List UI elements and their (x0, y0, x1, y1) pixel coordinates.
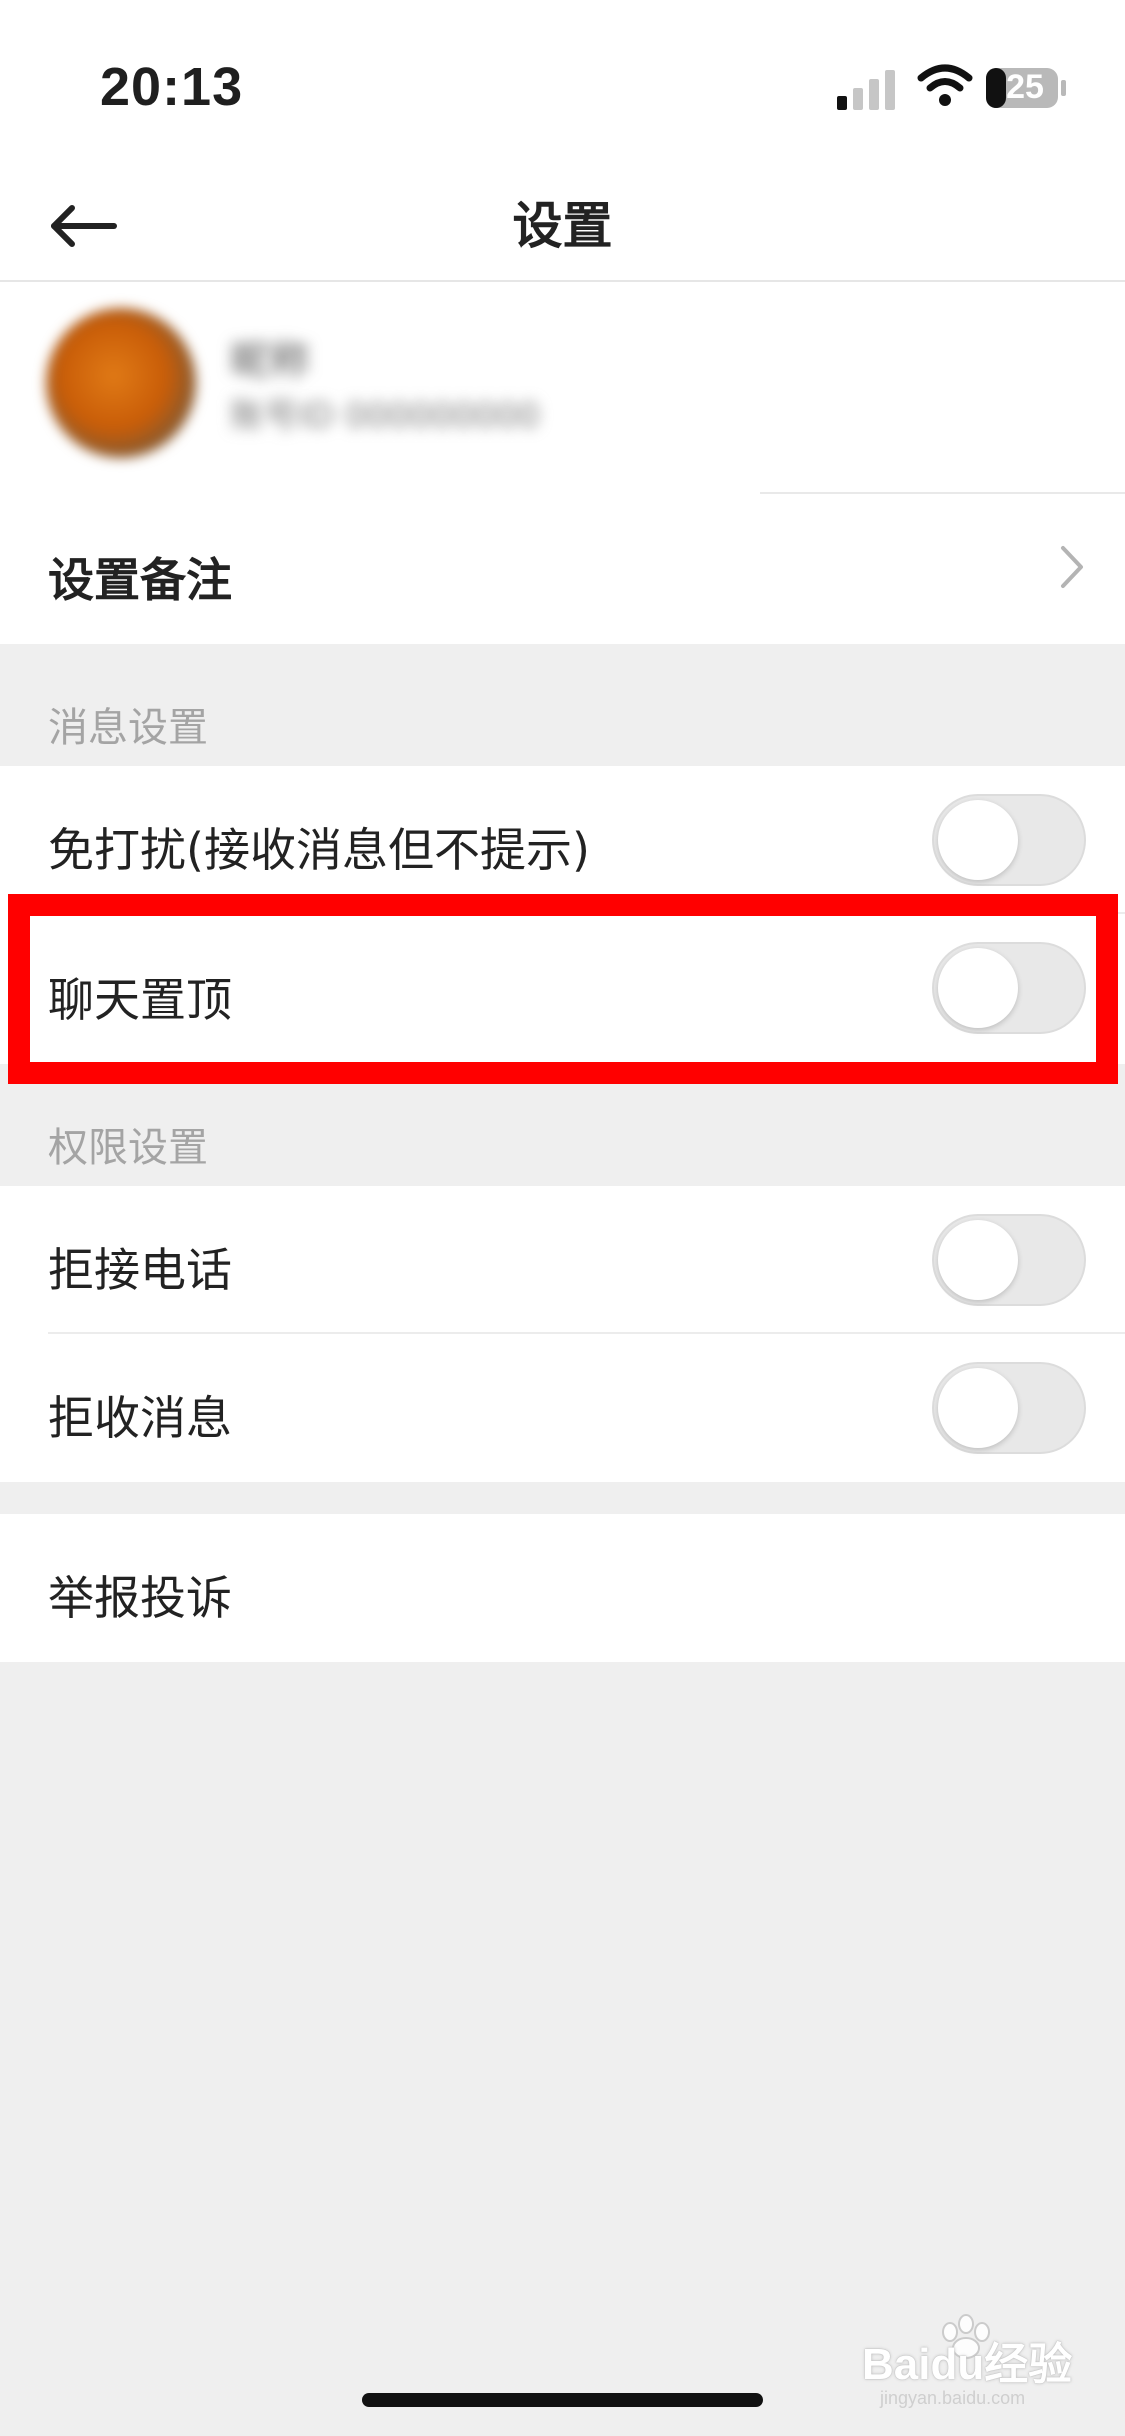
status-time: 20:13 (100, 57, 244, 117)
reject-calls-toggle[interactable] (932, 1214, 1086, 1306)
reject-messages-label: 拒收消息 (48, 1391, 232, 1445)
toggle-knob (938, 948, 1018, 1028)
battery-level: 25 (1006, 68, 1044, 106)
row-do-not-disturb: 免打扰(接收消息但不提示) (0, 766, 1125, 914)
do-not-disturb-label: 免打扰(接收消息但不提示) (48, 823, 590, 877)
back-button[interactable] (40, 188, 130, 264)
row-reject-messages: 拒收消息 (0, 1334, 1125, 1482)
toggle-knob (938, 1368, 1018, 1448)
toggle-knob (938, 1220, 1018, 1300)
row-reject-calls: 拒接电话 (0, 1186, 1125, 1334)
section-header-permission: 权限设置 (48, 1125, 208, 1171)
section-header-message: 消息设置 (48, 705, 208, 751)
pin-chat-toggle[interactable] (932, 942, 1086, 1034)
page-title: 设置 (512, 197, 613, 255)
status-bar: 20:13 25 (0, 0, 1125, 170)
back-arrow-icon (51, 205, 117, 247)
wifi-icon (917, 64, 973, 106)
home-indicator (362, 2393, 763, 2407)
chevron-right-icon (1061, 546, 1083, 588)
nav-bar: 设置 (0, 170, 1125, 282)
profile-name: 昵称 (230, 338, 310, 384)
set-remark-label: 设置备注 (48, 553, 232, 607)
row-pin-chat: 聊天置顶 (0, 914, 1125, 1064)
report-label: 举报投诉 (48, 1571, 232, 1625)
profile-id: 账号ID 000000000 (230, 396, 540, 436)
reject-calls-label: 拒接电话 (48, 1243, 232, 1297)
avatar (46, 308, 196, 458)
pin-chat-label: 聊天置顶 (48, 973, 232, 1027)
set-remark-row[interactable]: 设置备注 (0, 494, 1125, 644)
do-not-disturb-toggle[interactable] (932, 794, 1086, 886)
watermark-brand: Baidu经验 (862, 2340, 1073, 2389)
reject-messages-toggle[interactable] (932, 1362, 1086, 1454)
toggle-knob (938, 800, 1018, 880)
signal-icon (837, 70, 895, 110)
report-row[interactable]: 举报投诉 (0, 1514, 1125, 1662)
watermark-url: jingyan.baidu.com (880, 2388, 1026, 2408)
profile-card[interactable]: 昵称 账号ID 000000000 (0, 282, 1125, 494)
